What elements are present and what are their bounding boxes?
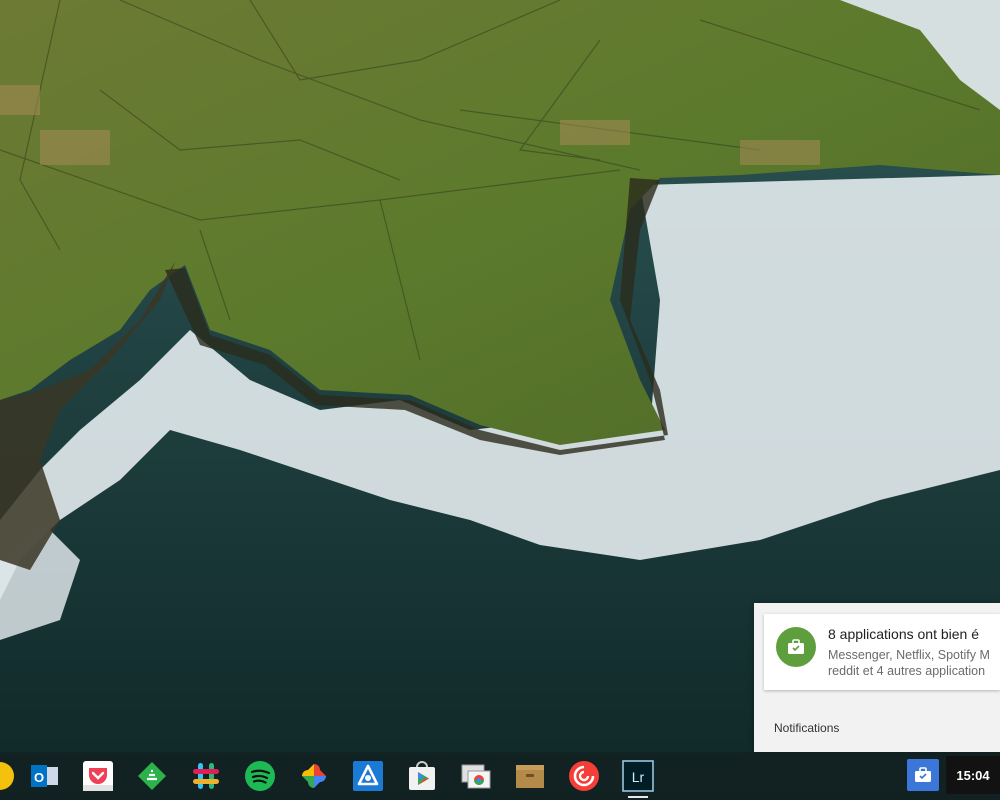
shelf-app-blue-a[interactable]	[352, 760, 384, 792]
outlook-glyph: O	[34, 770, 44, 785]
box-icon	[516, 765, 544, 788]
shelf-app-lightroom[interactable]: Lr	[622, 760, 654, 792]
notification-panel: 8 applications ont bien é Messenger, Net…	[754, 603, 1000, 752]
lightroom-icon: Lr	[622, 760, 654, 792]
shelf-app-pocket[interactable]	[82, 760, 114, 792]
shelf-app-chrome[interactable]	[0, 760, 16, 792]
shelf-app-outlook[interactable]: O	[28, 760, 60, 792]
pinwheel-icon	[302, 764, 326, 788]
active-app-indicator	[628, 796, 648, 798]
feedly-icon	[138, 762, 166, 790]
shelf-app-slack[interactable]	[190, 760, 222, 792]
spotify-icon	[245, 761, 275, 791]
lightroom-glyph: Lr	[632, 769, 645, 785]
status-notification-button[interactable]	[907, 759, 939, 791]
briefcase-icon	[915, 767, 931, 782]
shelf-app-archive[interactable]	[514, 760, 546, 792]
outlook-icon: O	[31, 765, 58, 787]
chrome-icon	[0, 762, 14, 790]
slack-icon	[193, 763, 219, 789]
briefcase-icon	[776, 627, 816, 667]
shelf-app-spotify[interactable]	[244, 760, 276, 792]
shelf-app-chrome-remote[interactable]	[460, 760, 492, 792]
shelf-app-pocket-casts[interactable]	[568, 760, 600, 792]
notification-body: Messenger, Netflix, Spotify M reddit et …	[828, 647, 1000, 679]
shelf: O Lr	[0, 752, 1000, 800]
shelf-app-google-play[interactable]	[406, 760, 438, 792]
shelf-app-google-photos[interactable]	[298, 760, 330, 792]
status-clock[interactable]: 15:04	[946, 756, 1000, 794]
pocket-casts-icon	[569, 761, 599, 791]
play-store-icon	[409, 761, 435, 790]
pocket-icon	[83, 761, 113, 791]
notifications-label: Notifications	[774, 721, 840, 735]
notification-title: 8 applications ont bien é	[828, 626, 979, 642]
notification-body-line: Messenger, Netflix, Spotify M	[828, 648, 990, 662]
notification-card[interactable]: 8 applications ont bien é Messenger, Net…	[764, 614, 1000, 690]
remote-desktop-icon	[461, 764, 491, 789]
notification-body-line: reddit et 4 autres application	[828, 664, 986, 678]
a-logo-icon	[353, 761, 383, 791]
shelf-app-feedly[interactable]	[136, 760, 168, 792]
